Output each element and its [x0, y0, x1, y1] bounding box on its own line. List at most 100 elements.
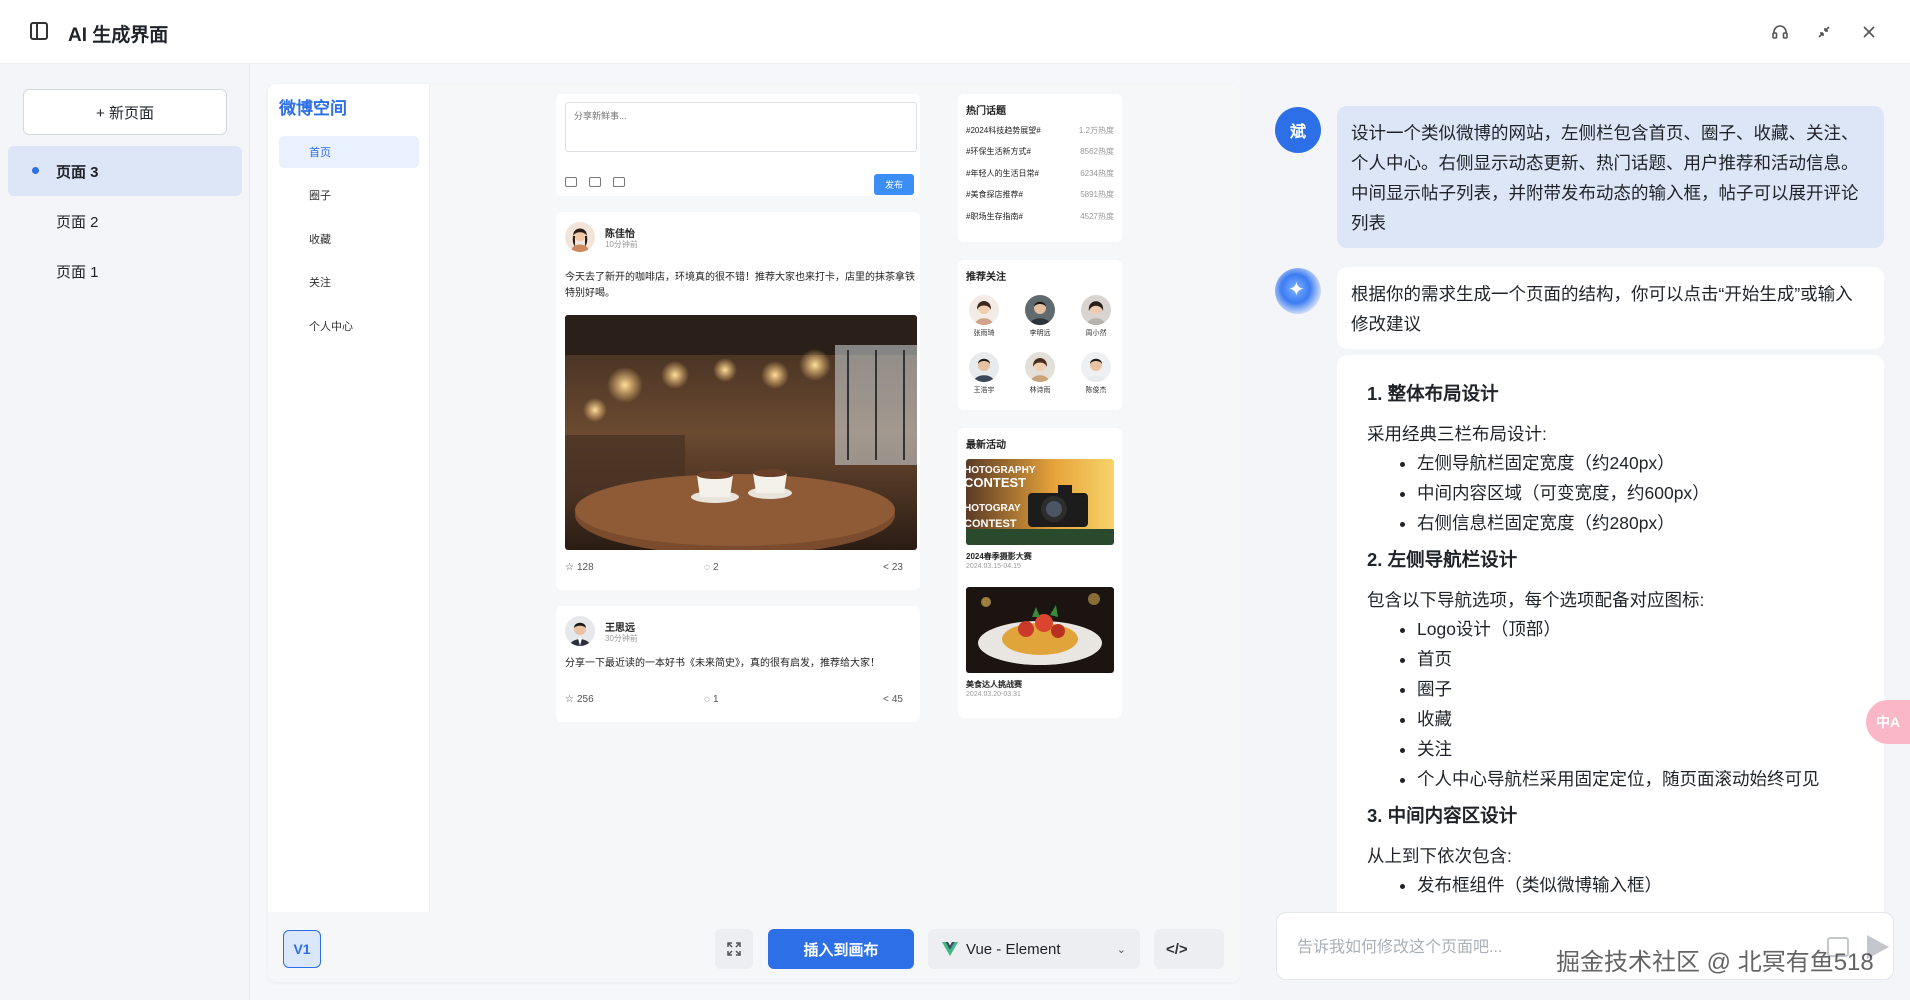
event-item[interactable]: HOTOGRAPHY CONTEST HOTOGRAY CONTEST 2024… [966, 459, 1114, 570]
page-item-3[interactable]: 页面 3 [8, 146, 242, 196]
vue-logo-icon [942, 942, 958, 956]
page-sidebar: + 新页面 页面 3 页面 2 页面 1 [0, 64, 250, 1000]
section-heading: 3. 中间内容区设计 [1367, 805, 1518, 826]
event-item[interactable]: 美食达人挑战赛 2024.03.20-03.31 [966, 587, 1114, 698]
share-button[interactable]: <23 [883, 562, 903, 573]
recommend-user[interactable]: 李明远 [1020, 295, 1060, 338]
recommend-user[interactable]: 王浩宇 [964, 352, 1004, 395]
preview-nav-circle[interactable]: 圈子 [279, 179, 419, 211]
recommend-widget: 推荐关注 张雨琦 李明远 周小然 王浩宇 林诗雨 陈俊杰 [958, 260, 1122, 410]
framework-select[interactable]: Vue - Element ⌄ [928, 929, 1140, 969]
user-message: 设计一个类似微博的网站，左侧栏包含首页、圈子、收藏、关注、个人中心。右侧显示动态… [1337, 106, 1884, 248]
section-heading: 2. 左侧导航栏设计 [1367, 549, 1518, 570]
post-photo[interactable] [565, 315, 917, 550]
avatar [969, 295, 999, 325]
avatar[interactable] [565, 222, 595, 252]
publish-button[interactable]: 发布 [874, 174, 914, 195]
recommend-user[interactable]: 陈俊杰 [1076, 352, 1116, 395]
topic-item[interactable]: #2024科技趋势展望# 1.2万热度 [966, 125, 1114, 136]
page-item-2[interactable]: 页面 2 [8, 196, 242, 246]
list-item: 首页 [1417, 644, 1854, 674]
event-banner: HOTOGRAPHY CONTEST HOTOGRAY CONTEST [966, 459, 1114, 545]
topic-item[interactable]: #美食探店推荐# 5891热度 [966, 189, 1114, 200]
list-item: 右侧信息栏固定宽度（约280px） [1417, 508, 1854, 538]
avatar[interactable] [565, 616, 595, 646]
star-icon: ☆ [565, 694, 574, 705]
insert-to-canvas-button[interactable]: 插入到画布 [768, 929, 914, 969]
event-date: 2024.03.20-03.31 [966, 691, 1021, 698]
star-icon: ☆ [565, 562, 574, 573]
headset-icon[interactable] [1768, 20, 1792, 44]
preview-nav-profile[interactable]: 个人中心 [279, 310, 419, 342]
list-item: 个人中心导航栏采用固定定位，随页面滚动始终可见 [1417, 764, 1854, 794]
comment-icon: ◌ [704, 694, 710, 705]
widget-title: 推荐关注 [966, 272, 1006, 283]
list-item: 圈子 [1417, 674, 1854, 704]
video-icon[interactable] [589, 177, 601, 187]
widget-title: 热门话题 [966, 106, 1006, 117]
topic-icon[interactable] [613, 177, 625, 187]
topic-item[interactable]: #年轻人的生活日常# 6234热度 [966, 168, 1114, 179]
view-code-button[interactable]: </> [1154, 929, 1224, 969]
recommend-user[interactable]: 周小然 [1076, 295, 1116, 338]
active-dot-icon [32, 167, 39, 174]
close-icon[interactable] [1857, 20, 1881, 44]
avatar [1025, 295, 1055, 325]
section-list: 左侧导航栏固定宽度（约240px） 中间内容区域（可变宽度，约600px） 右侧… [1417, 448, 1854, 538]
version-badge[interactable]: V1 [283, 930, 321, 968]
canvas-panel: 微博空间 首页 圈子 收藏 关注 个人中心 发布 陈佳怡 10分钟前 今天去了新… [268, 84, 1240, 982]
section-heading: 1. 整体布局设计 [1367, 383, 1499, 404]
avatar [1025, 352, 1055, 382]
app-title: AI 生成界面 [68, 25, 169, 46]
topic-item[interactable]: #环保生活新方式# 8562热度 [966, 146, 1114, 157]
new-page-button[interactable]: + 新页面 [23, 89, 227, 135]
like-button[interactable]: ☆ 256 [565, 694, 594, 705]
post-author[interactable]: 陈佳怡 [605, 225, 635, 240]
canvas-toolbar: V1 插入到画布 Vue - Element ⌄ </> [268, 912, 1240, 982]
avatar [969, 352, 999, 382]
section-intro: 采用经典三栏布局设计: [1367, 424, 1547, 444]
list-item: 左侧导航栏固定宽度（约240px） [1417, 448, 1854, 478]
preview-nav-follow[interactable]: 关注 [279, 266, 419, 298]
post-composer: 发布 [556, 94, 920, 196]
ai-intro-message: 根据你的需求生成一个页面的结构，你可以点击“开始生成”或输入修改建议 [1337, 267, 1884, 349]
list-item: 发布框组件（类似微博输入框） [1417, 870, 1854, 900]
event-date: 2024.03.15-04.15 [966, 563, 1021, 570]
list-item: 关注 [1417, 734, 1854, 764]
preview-left-nav: 微博空间 首页 圈子 收藏 关注 个人中心 [268, 84, 430, 912]
recommend-user[interactable]: 林诗雨 [1020, 352, 1060, 395]
preview-nav-favorites[interactable]: 收藏 [279, 223, 419, 255]
list-item: Logo设计（顶部） [1417, 614, 1854, 644]
minimize-icon[interactable] [1812, 20, 1836, 44]
share-icon: < [883, 694, 889, 705]
comment-button[interactable]: ◌ 2 [704, 562, 719, 573]
post-author[interactable]: 王思远 [605, 619, 635, 634]
like-button[interactable]: ☆ 128 [565, 562, 594, 573]
ai-sparkle-icon [1275, 268, 1321, 314]
section-list: Logo设计（顶部） 首页 圈子 收藏 关注 个人中心导航栏采用固定定位，随页面… [1417, 614, 1854, 794]
image-icon[interactable] [565, 177, 577, 187]
recommend-user[interactable]: 张雨琦 [964, 295, 1004, 338]
list-item: 收藏 [1417, 704, 1854, 734]
sidebar-toggle-icon[interactable] [30, 22, 48, 40]
composer-input[interactable] [565, 102, 917, 152]
page-item-1[interactable]: 页面 1 [8, 246, 242, 296]
comment-icon: ◌ [704, 562, 710, 573]
event-banner [966, 587, 1114, 673]
event-title: 美食达人挑战赛 [966, 680, 1022, 689]
fullscreen-button[interactable] [715, 929, 753, 969]
page-item-label: 页面 3 [56, 163, 99, 181]
translate-float-button[interactable]: 中A [1866, 700, 1910, 744]
avatar [1081, 352, 1111, 382]
post-content: 今天去了新开的咖啡店，环境真的很不错！推荐大家也来打卡，店里的抹茶拿铁特别好喝。 [565, 272, 915, 299]
section-list: 发布框组件（类似微博输入框） [1417, 870, 1854, 900]
comment-button[interactable]: ◌ 1 [704, 694, 719, 705]
share-icon: < [883, 562, 889, 573]
share-button[interactable]: <45 [883, 694, 903, 705]
preview-nav-home[interactable]: 首页 [279, 136, 419, 168]
page-item-label: 页面 2 [56, 213, 99, 231]
hot-topics-widget: 热门话题 #2024科技趋势展望# 1.2万热度 #环保生活新方式# 8562热度 … [958, 94, 1122, 242]
topic-item[interactable]: #职场生存指南# 4527热度 [966, 211, 1114, 222]
ai-plan-message: 1. 整体布局设计 采用经典三栏布局设计: 左侧导航栏固定宽度（约240px） … [1337, 355, 1884, 977]
banner-line: CONTEST [966, 518, 1017, 530]
